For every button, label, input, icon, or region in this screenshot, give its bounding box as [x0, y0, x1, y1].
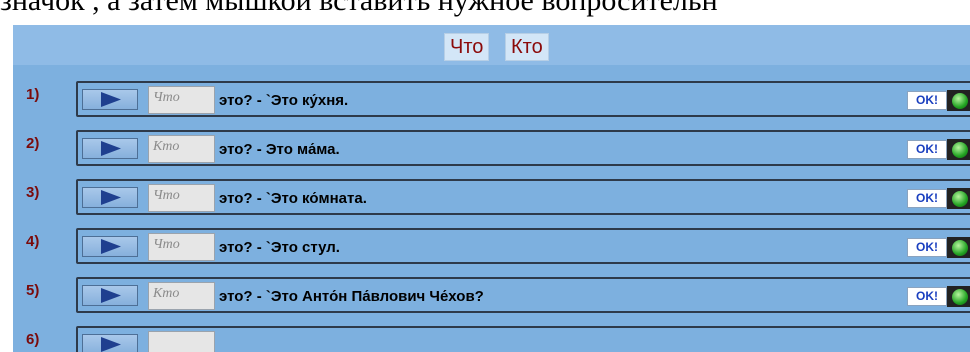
play-audio-button[interactable] — [82, 334, 138, 352]
row-number: 5) — [26, 282, 40, 299]
ok-button[interactable]: OK! — [907, 238, 947, 257]
instruction-text: значок , а затем мышкой вставить нужное … — [0, 0, 970, 18]
sentence-text: это? - `Это ко́мната. — [219, 190, 367, 207]
word-bank-bar: Что Кто — [13, 25, 970, 65]
status-indicator — [947, 139, 970, 160]
sentence-text: это? - Это ма́ма. — [219, 141, 340, 158]
green-light-icon — [952, 191, 968, 207]
row-number: 3) — [26, 184, 40, 201]
play-audio-button[interactable] — [82, 89, 138, 110]
status-indicator — [947, 188, 970, 209]
answer-slot[interactable]: Что — [148, 233, 215, 261]
exercise-row: Кто это? - Это ма́ма. OK! — [76, 130, 970, 166]
ok-button[interactable]: OK! — [907, 91, 947, 110]
play-audio-button[interactable] — [82, 236, 138, 257]
play-icon — [101, 337, 121, 352]
play-icon — [101, 288, 121, 303]
play-icon — [101, 190, 121, 205]
sentence-text: это? - `Это стул. — [219, 239, 340, 256]
play-icon — [101, 239, 121, 254]
row-number: 6) — [26, 331, 40, 348]
exercise-panel: Что Кто 1) Что это? - `Это ку́хня. OK! 2… — [13, 25, 970, 352]
answer-slot[interactable]: Кто — [148, 282, 215, 310]
play-audio-button[interactable] — [82, 187, 138, 208]
instruction-prefix: значок , а затем мышкой вставить нужное … — [0, 0, 718, 17]
word-option-chto[interactable]: Что — [444, 33, 490, 61]
word-option-kto[interactable]: Кто — [505, 33, 549, 61]
row-number: 2) — [26, 135, 40, 152]
play-audio-button[interactable] — [82, 138, 138, 159]
exercise-row: Кто это? - `Это Анто́н Па́влович Че́хов?… — [76, 277, 970, 313]
exercise-row — [76, 326, 970, 352]
play-icon — [101, 141, 121, 156]
answer-slot[interactable] — [148, 331, 215, 352]
green-light-icon — [952, 240, 968, 256]
ok-button[interactable]: OK! — [907, 140, 947, 159]
answer-slot[interactable]: Что — [148, 86, 215, 114]
row-number: 1) — [26, 86, 40, 103]
play-icon — [101, 92, 121, 107]
answer-slot[interactable]: Кто — [148, 135, 215, 163]
exercise-row: Что это? - `Это ко́мната. OK! — [76, 179, 970, 215]
status-indicator — [947, 90, 970, 111]
sentence-text: это? - `Это Анто́н Па́влович Че́хов? — [219, 288, 484, 305]
ok-button[interactable]: OK! — [907, 287, 947, 306]
ok-button[interactable]: OK! — [907, 189, 947, 208]
answer-slot[interactable]: Что — [148, 184, 215, 212]
green-light-icon — [952, 93, 968, 109]
sentence-text: это? - `Это ку́хня. — [219, 92, 349, 109]
status-indicator — [947, 286, 970, 307]
status-indicator — [947, 237, 970, 258]
row-number: 4) — [26, 233, 40, 250]
exercise-row: Что это? - `Это ку́хня. OK! — [76, 81, 970, 117]
play-audio-button[interactable] — [82, 285, 138, 306]
green-light-icon — [952, 289, 968, 305]
exercise-row: Что это? - `Это стул. OK! — [76, 228, 970, 264]
green-light-icon — [952, 142, 968, 158]
